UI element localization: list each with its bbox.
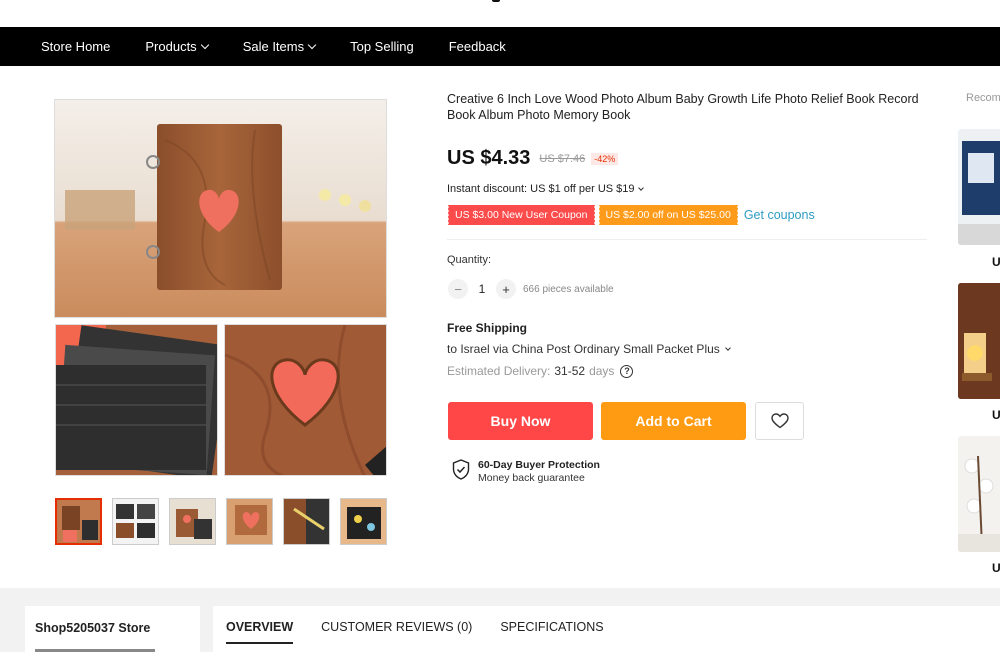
thumbnail-1[interactable] <box>55 498 102 545</box>
price-row: US $4.33 US $7.46 -42% <box>447 147 619 170</box>
shipping-method-select[interactable]: to Israel via China Post Ordinary Small … <box>447 342 731 356</box>
buyer-protection: 60-Day Buyer Protection Money back guara… <box>452 459 600 484</box>
recommended-price-3: U <box>992 561 1000 575</box>
top-strip <box>0 0 1000 27</box>
recommended-item-2[interactable] <box>958 283 1000 399</box>
recommended-price-1: U <box>992 255 1000 269</box>
thumbnail-4[interactable] <box>226 498 273 545</box>
thumbnail-6[interactable] <box>340 498 387 545</box>
add-to-cart-button[interactable]: Add to Cart <box>601 402 746 440</box>
header-fragment <box>492 0 500 2</box>
tab-customer-reviews[interactable]: CUSTOMER REVIEWS (0) <box>321 620 472 644</box>
main-product-image[interactable] <box>54 99 387 318</box>
quantity-decrease-button[interactable]: − <box>448 279 468 299</box>
discount-badge: -42% <box>591 152 619 165</box>
divider <box>447 239 927 240</box>
thumbnail-3[interactable] <box>169 498 216 545</box>
chevron-down-icon <box>200 40 209 50</box>
store-navbar: Store Home Products Sale Items Top Selli… <box>0 27 1000 66</box>
quantity-value[interactable]: 1 <box>468 282 496 296</box>
delivery-unit: days <box>589 364 615 378</box>
product-image-heart-closeup[interactable] <box>224 324 387 476</box>
chevron-down-icon <box>637 185 644 191</box>
quantity-stepper: − 1 + 666 pieces available <box>448 279 614 299</box>
estimated-delivery: Estimated Delivery: 31-52 days ? <box>447 364 634 378</box>
protection-subtitle: Money back guarantee <box>478 472 585 484</box>
shipping-title: Free Shipping <box>447 321 528 335</box>
recommended-item-1[interactable] <box>958 129 1000 245</box>
thumbnail-5[interactable] <box>283 498 330 545</box>
help-icon[interactable]: ? <box>620 364 634 378</box>
detail-tabs: OVERVIEW CUSTOMER REVIEWS (0) SPECIFICAT… <box>226 620 632 644</box>
original-price: US $7.46 <box>539 152 586 165</box>
product-image-pages[interactable] <box>55 324 218 476</box>
nav-feedback[interactable]: Feedback <box>449 39 506 54</box>
coupon-row: US $3.00 New User Coupon US $2.00 off on… <box>447 205 815 225</box>
thumbnail-strip <box>55 498 397 545</box>
tab-specifications[interactable]: SPECIFICATIONS <box>500 620 603 644</box>
chevron-down-icon <box>307 40 317 50</box>
quantity-label: Quantity: <box>447 254 492 266</box>
nav-products[interactable]: Products <box>145 39 209 54</box>
delivery-days: 31-52 <box>554 364 586 378</box>
nav-top-selling[interactable]: Top Selling <box>350 39 414 54</box>
nav-sale-items[interactable]: Sale Items <box>243 39 317 54</box>
nav-store-home[interactable]: Store Home <box>41 39 110 54</box>
coupon-order-discount[interactable]: US $2.00 off on US $25.00 <box>597 205 738 225</box>
recommended-label: Recommended <box>966 92 1000 104</box>
heart-icon <box>770 413 789 429</box>
buy-now-button[interactable]: Buy Now <box>448 402 593 440</box>
current-price: US $4.33 <box>447 147 531 169</box>
shield-check-icon <box>452 459 470 480</box>
product-title: Creative 6 Inch Love Wood Photo Album Ba… <box>447 92 919 122</box>
recommended-price-2: U <box>992 408 1000 422</box>
tab-overview[interactable]: OVERVIEW <box>226 620 294 644</box>
chevron-down-icon <box>724 345 731 351</box>
protection-title: 60-Day Buyer Protection <box>478 459 600 471</box>
store-rating-line <box>35 646 175 652</box>
coupon-new-user[interactable]: US $3.00 New User Coupon <box>447 205 595 225</box>
thumbnail-2[interactable] <box>112 498 159 545</box>
quantity-increase-button[interactable]: + <box>496 279 516 299</box>
instant-discount[interactable]: Instant discount: US $1 off per US $19 <box>447 183 644 195</box>
store-name[interactable]: Shop5205037 Store <box>35 621 150 635</box>
recommended-item-3[interactable] <box>958 436 1000 552</box>
wishlist-button[interactable] <box>755 402 804 440</box>
get-coupons-link[interactable]: Get coupons <box>744 208 815 222</box>
stock-available: 666 pieces available <box>523 283 614 295</box>
